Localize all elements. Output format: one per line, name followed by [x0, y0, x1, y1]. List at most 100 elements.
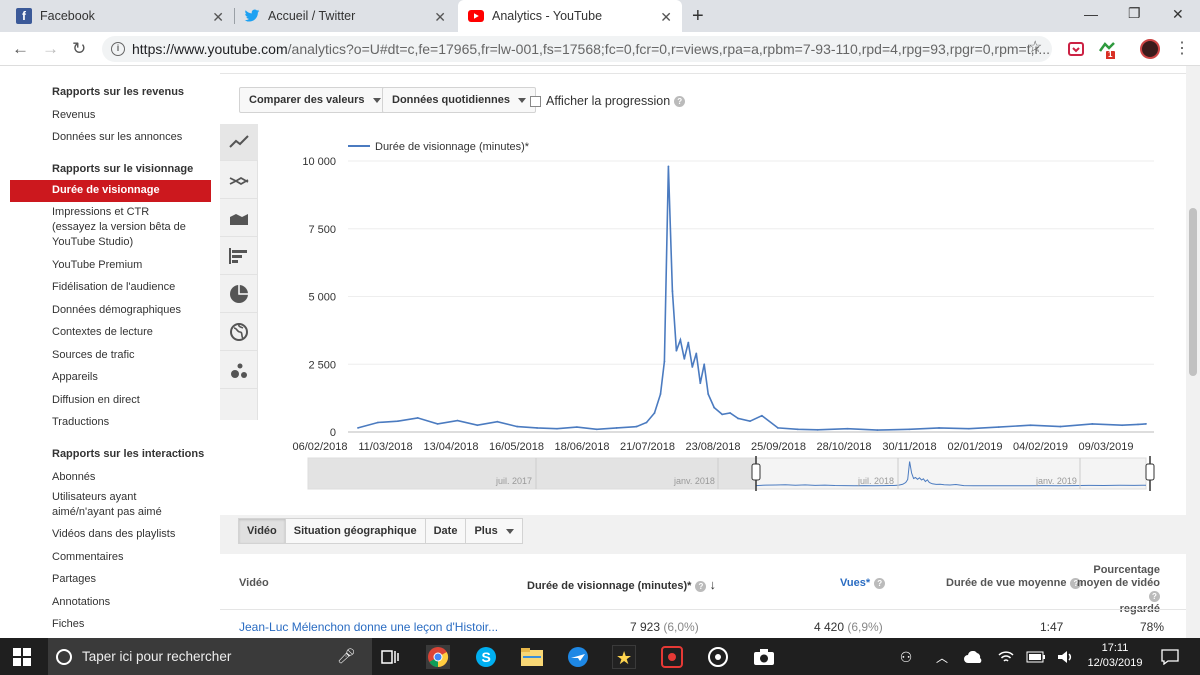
sidebar-item-impressions-line3[interactable]: YouTube Studio) [52, 235, 133, 250]
app-star-icon[interactable]: ★ [612, 645, 636, 669]
line-chart-icon[interactable] [220, 124, 258, 161]
sidebar-item-playlists[interactable]: Vidéos dans des playlists [52, 527, 175, 542]
skype-icon[interactable]: S [474, 645, 498, 669]
sort-down-arrow-icon[interactable]: ↓ [710, 577, 717, 592]
page-scrollbar[interactable] [1186, 66, 1200, 638]
sidebar-item-playback[interactable]: Contextes de lecture [52, 325, 153, 340]
bookmark-star-icon[interactable]: ☆ [1028, 37, 1042, 57]
app-plane-icon[interactable] [566, 645, 590, 669]
reload-icon[interactable]: ↻ [72, 39, 86, 59]
data-point [1059, 425, 1062, 428]
sidebar-item-devices[interactable]: Appareils [52, 370, 98, 385]
close-tab-icon[interactable]: ✕ [212, 9, 224, 26]
sidebar-item-traffic[interactable]: Sources de trafic [52, 348, 135, 363]
progress-toggle[interactable]: Afficher la progression ? [530, 94, 686, 108]
help-icon[interactable]: ? [674, 95, 686, 107]
help-icon[interactable]: ? [1149, 591, 1160, 602]
microphone-icon[interactable]: 🎤︎ [337, 647, 356, 665]
bubble-chart-icon[interactable] [220, 352, 258, 389]
tab-facebook[interactable]: f Facebook ✕ [6, 0, 234, 32]
sidebar-item-retention[interactable]: Fidélisation de l'audience [52, 280, 175, 295]
help-icon[interactable]: ? [874, 578, 886, 589]
onedrive-cloud-icon[interactable] [962, 645, 986, 669]
windows-start-icon[interactable] [10, 645, 34, 669]
close-window-icon[interactable]: ✕ [1172, 6, 1184, 23]
volume-icon[interactable] [1054, 645, 1078, 669]
system-clock[interactable]: 17:11 12/03/2019 [1086, 641, 1144, 671]
camera-icon[interactable] [752, 645, 776, 669]
pie-chart-icon[interactable] [220, 276, 258, 313]
sidebar-item-cards[interactable]: Fiches [52, 617, 84, 632]
range-navigator[interactable]: juil. 2017 janv. 2018 juil. 2018 janv. 2… [307, 456, 1155, 491]
address-bar[interactable]: i https://www.youtube.com/analytics?o=U#… [102, 36, 1052, 62]
notification-center-icon[interactable] [1158, 645, 1182, 669]
sidebar-item-revenus[interactable]: Revenus [52, 108, 95, 123]
sidebar-heading-interactions: Rapports sur les interactions [52, 448, 205, 460]
sidebar-item-subscribers[interactable]: Abonnés [52, 470, 95, 485]
close-tab-icon[interactable]: ✕ [434, 9, 446, 26]
profile-avatar[interactable] [1140, 39, 1160, 59]
tab-youtube-analytics[interactable]: Analytics - YouTube ✕ [458, 0, 682, 32]
video-title-link[interactable]: Jean-Luc Mélenchon donne une leçon d'His… [239, 620, 498, 634]
new-tab-icon[interactable]: + [692, 5, 704, 28]
file-explorer-icon[interactable] [520, 645, 544, 669]
y-tick-label: 7 500 [308, 224, 336, 236]
back-icon[interactable]: ← [12, 39, 29, 59]
data-point [846, 427, 849, 430]
browser-toolbar: ← → ↻ i https://www.youtube.com/analytic… [0, 32, 1200, 66]
col-header-views[interactable]: Vues*? [840, 577, 886, 589]
tab-geography[interactable]: Situation géographique [284, 518, 426, 544]
app-circle-icon[interactable] [706, 645, 730, 669]
bar-chart-icon[interactable] [220, 238, 258, 275]
col-header-video[interactable]: Vidéo [239, 577, 269, 589]
menu-kebab-icon[interactable]: ⋮ [1174, 38, 1190, 58]
navigator-left-grip[interactable] [751, 463, 761, 481]
taskbar-search-box[interactable]: Taper ici pour rechercher 🎤︎ [48, 638, 372, 675]
sidebar-item-impressions[interactable]: Impressions et CTR [52, 205, 149, 220]
tab-more[interactable]: Plus [465, 518, 523, 544]
extension-icon[interactable]: 1 [1098, 41, 1115, 60]
sidebar-item-likes-line2[interactable]: aimé/n'ayant pas aimé [52, 505, 162, 520]
pocket-extension-icon[interactable] [1068, 41, 1084, 57]
sidebar-item-live[interactable]: Diffusion en direct [52, 393, 140, 408]
sidebar-item-annotations[interactable]: Annotations [52, 595, 110, 610]
close-tab-icon[interactable]: ✕ [660, 9, 672, 26]
sidebar-item-impressions-line2[interactable]: (essayez la version bêta de [52, 220, 186, 235]
wifi-icon[interactable] [994, 645, 1018, 669]
scrollbar-thumb[interactable] [1189, 208, 1197, 376]
site-info-icon[interactable]: i [111, 42, 125, 56]
battery-icon[interactable] [1024, 645, 1048, 669]
chevron-up-icon[interactable]: ︿ [930, 645, 954, 669]
sidebar-item-ad-data[interactable]: Données sur les annonces [52, 130, 182, 145]
area-chart-icon[interactable] [220, 200, 258, 237]
sidebar-item-shares[interactable]: Partages [52, 572, 96, 587]
help-icon[interactable]: ? [695, 581, 707, 592]
task-view-icon[interactable] [378, 645, 402, 669]
col-header-watch-time[interactable]: Durée de visionnage (minutes)*? ↓ [527, 577, 716, 592]
app-red-icon[interactable] [660, 645, 684, 669]
chrome-icon[interactable] [426, 645, 450, 669]
people-icon[interactable]: ⚇ [894, 645, 918, 669]
tab-twitter[interactable]: Accueil / Twitter ✕ [234, 0, 456, 32]
sidebar-item-demographics[interactable]: Données démographiques [52, 303, 181, 318]
cell-watch-time: 7 923 (6,0%) [630, 620, 699, 634]
progress-checkbox[interactable] [530, 95, 541, 107]
col-header-avg-duration[interactable]: Durée de vue moyenne? [946, 577, 1082, 589]
daily-data-dropdown[interactable]: Données quotidiennes [382, 87, 536, 113]
chevron-down-icon [505, 528, 514, 534]
minimize-icon[interactable]: — [1084, 6, 1098, 22]
tab-date[interactable]: Date [424, 518, 467, 544]
navigator-label: juil. 2018 [857, 476, 894, 486]
compare-values-dropdown[interactable]: Comparer des valeurs [239, 87, 391, 113]
forward-icon[interactable]: → [42, 39, 59, 59]
globe-icon[interactable] [220, 314, 258, 351]
sidebar-item-premium[interactable]: YouTube Premium [52, 258, 142, 273]
multi-line-chart-icon[interactable] [220, 162, 258, 199]
sidebar-item-watch-time[interactable]: Durée de visionnage [10, 180, 211, 202]
navigator-right-grip[interactable] [1145, 463, 1155, 481]
sidebar-item-translations[interactable]: Traductions [52, 415, 109, 430]
restore-icon[interactable]: ❐ [1128, 5, 1141, 22]
sidebar-item-likes[interactable]: Utilisateurs ayant [52, 490, 136, 505]
sidebar-item-comments[interactable]: Commentaires [52, 550, 124, 565]
tab-video[interactable]: Vidéo [238, 518, 286, 544]
